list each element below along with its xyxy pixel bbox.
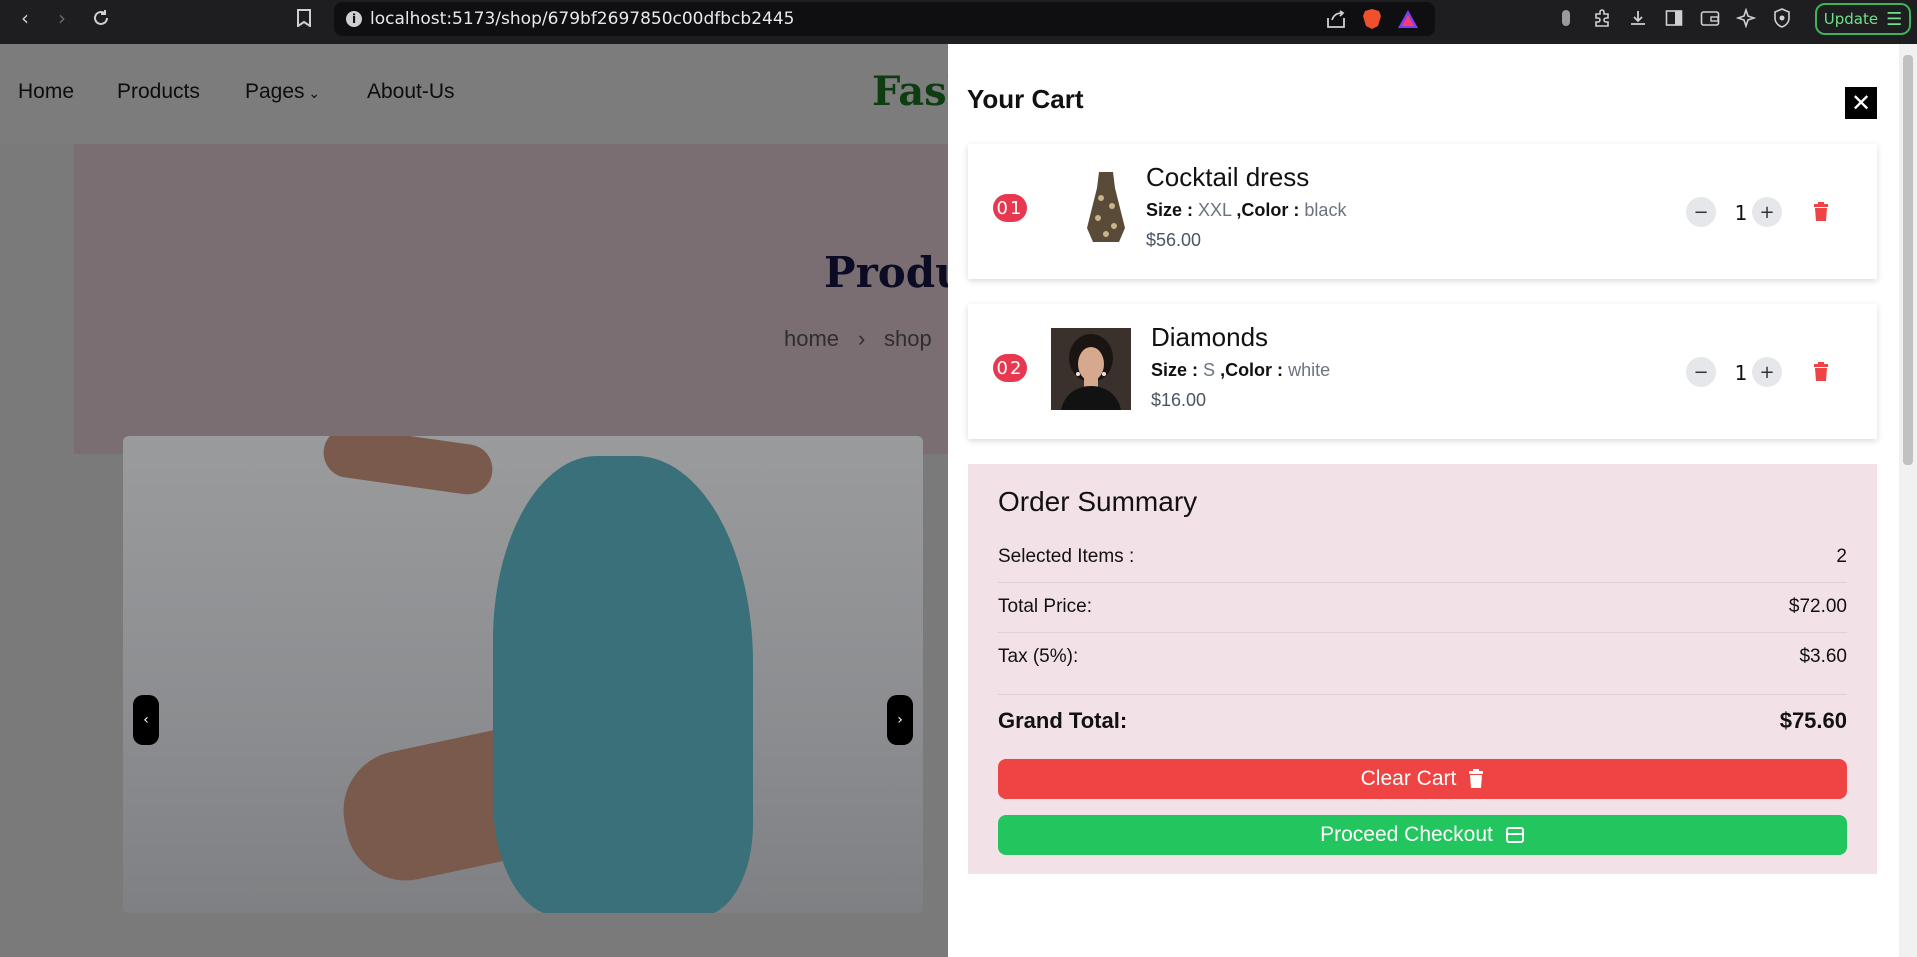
chevron-down-icon: ⌄ (304, 85, 321, 101)
trash-icon[interactable] (1813, 362, 1829, 382)
qty-decrease-button[interactable]: − (1686, 357, 1716, 387)
total-price-row: Total Price: $72.00 (998, 596, 1847, 620)
divider (998, 694, 1847, 695)
tax-row: Tax (5%): $3.60 (998, 646, 1847, 670)
order-summary-title: Order Summary (998, 486, 1198, 517)
trash-icon (1469, 769, 1484, 788)
browser-toolbar: ‹ › i localhost:5173/shop/679bf2697850c0… (0, 0, 1917, 44)
back-icon[interactable]: ‹ (10, 3, 40, 33)
menu-icon: ☰ (1886, 8, 1903, 30)
credit-card-icon (1505, 827, 1524, 843)
clear-cart-button[interactable]: Clear Cart (998, 759, 1847, 799)
item-name: Diamonds (1151, 322, 1269, 352)
url-text: localhost:5173/shop/679bf2697850c00dfbcb… (370, 9, 795, 29)
sidebar-icon[interactable] (1663, 7, 1685, 29)
forward-icon[interactable]: › (47, 3, 77, 33)
brave-shields-icon[interactable] (1361, 8, 1383, 30)
hero-title: Produc (824, 248, 948, 297)
site-logo[interactable]: Fash (872, 68, 948, 115)
proceed-checkout-button[interactable]: Proceed Checkout (998, 815, 1847, 855)
cart-item: 02 Diamonds Size : S ,Color : white $16.… (968, 304, 1877, 439)
qty-increase-button[interactable]: + (1752, 357, 1782, 387)
clear-cart-label: Clear Cart (1360, 767, 1457, 790)
breadcrumb-separator: › (858, 326, 866, 351)
download-icon[interactable] (1627, 7, 1649, 29)
color-value: white (1288, 360, 1331, 380)
item-image-diamonds (1051, 328, 1131, 410)
color-label: ,Color : (1236, 200, 1300, 220)
nav-pages-link[interactable]: Pages ⌄ (245, 80, 320, 104)
nav-products-link[interactable]: Products (117, 80, 200, 104)
item-index-badge: 01 (993, 194, 1027, 222)
breadcrumb-shop[interactable]: shop (884, 326, 932, 352)
order-summary: Order Summary Selected Items : 2 Total P… (968, 464, 1877, 874)
total-price-label: Total Price: (998, 596, 1092, 617)
dress (493, 456, 753, 913)
size-value: S (1203, 360, 1216, 380)
item-image-cocktail-dress (1066, 168, 1146, 250)
selected-items-label: Selected Items : (998, 546, 1135, 567)
qty-value: 1 (1734, 201, 1748, 225)
qty-value: 1 (1734, 361, 1748, 385)
color-label: ,Color : (1220, 360, 1284, 380)
reload-icon[interactable] (86, 3, 116, 33)
trash-icon[interactable] (1813, 202, 1829, 222)
item-meta: Size : S ,Color : white (1151, 360, 1330, 381)
selected-items-value: 2 (1836, 546, 1847, 567)
item-price: $56.00 (1146, 230, 1202, 250)
site-nav: Home Products Pages ⌄ About-Us Fash (0, 44, 948, 144)
cart-item: 01 Cocktail dress Size : XXL ,Color : bl… (968, 144, 1877, 279)
selected-items-row: Selected Items : 2 (998, 546, 1847, 570)
slider-next-button[interactable]: › (887, 695, 913, 745)
divider (998, 582, 1847, 583)
leo-ai-icon[interactable] (1735, 7, 1757, 29)
vpn-shield-icon[interactable] (1771, 7, 1793, 29)
bookmark-icon[interactable] (289, 3, 319, 33)
update-button[interactable]: Update ☰ (1815, 3, 1911, 35)
hero-banner: Produc home › shop (74, 144, 948, 454)
breadcrumb-home[interactable]: home (784, 326, 839, 352)
close-cart-button[interactable]: ✕ (1845, 87, 1877, 119)
product-image (123, 436, 923, 913)
item-name: Cocktail dress (1146, 162, 1310, 192)
item-price: $16.00 (1151, 390, 1207, 410)
qty-increase-button[interactable]: + (1752, 197, 1782, 227)
close-icon: ✕ (1850, 89, 1872, 117)
size-value: XXL (1198, 200, 1232, 220)
slider-prev-button[interactable]: ‹ (133, 695, 159, 745)
nav-home-link[interactable]: Home (18, 80, 74, 104)
nav-about-link[interactable]: About-Us (367, 80, 455, 104)
grand-total-value: $75.60 (1779, 708, 1847, 733)
tax-label: Tax (5%): (998, 646, 1079, 667)
tax-value: $3.60 (1799, 646, 1847, 667)
grand-total-row: Grand Total: $75.60 (998, 708, 1847, 733)
cart-title: Your Cart (967, 84, 1084, 114)
brave-rewards-icon[interactable] (1397, 8, 1419, 30)
extensions-icon[interactable] (1591, 7, 1613, 29)
size-label: Size : (1151, 360, 1199, 380)
proceed-checkout-label: Proceed Checkout (1320, 823, 1493, 846)
item-meta: Size : XXL ,Color : black (1146, 200, 1346, 221)
item-index-badge: 02 (993, 354, 1027, 382)
wallet-icon[interactable] (1699, 7, 1721, 29)
profile-icon[interactable] (1555, 7, 1577, 29)
divider (998, 632, 1847, 633)
color-value: black (1304, 200, 1347, 220)
qty-decrease-button[interactable]: − (1686, 197, 1716, 227)
scrollbar-thumb[interactable] (1903, 55, 1913, 465)
total-price-value: $72.00 (1788, 596, 1847, 617)
size-label: Size : (1146, 200, 1194, 220)
address-bar[interactable]: i localhost:5173/shop/679bf2697850c00dfb… (334, 2, 1435, 36)
site-info-icon[interactable]: i (346, 11, 362, 27)
share-icon[interactable] (1325, 8, 1347, 30)
grand-total-label: Grand Total: (998, 708, 1128, 733)
